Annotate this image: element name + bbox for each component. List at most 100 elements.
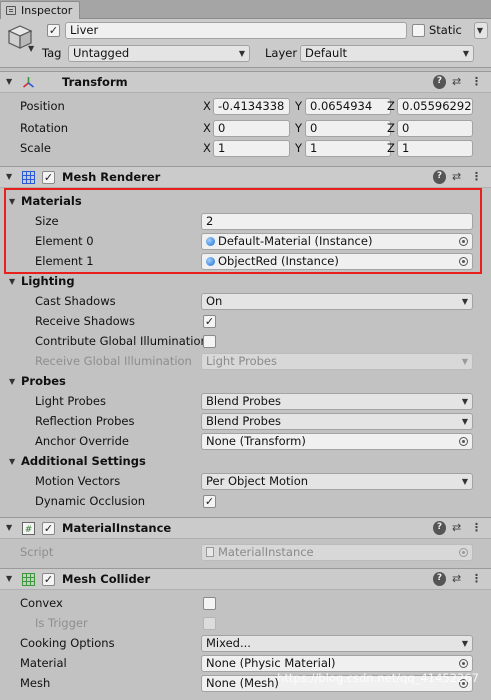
cast-shadows-dropdown[interactable]: On — [201, 293, 473, 310]
fold-arrow-icon[interactable]: ▼ — [6, 172, 12, 181]
csharp-script-icon: # — [22, 522, 35, 535]
materials-fold-icon[interactable]: ▼ — [9, 197, 15, 206]
is-trigger-label: Is Trigger — [35, 616, 88, 630]
mesh-renderer-header[interactable]: ▼ ✓ Mesh Renderer ? ⇄ ⋮ — [0, 166, 491, 188]
probes-label: Probes — [21, 374, 66, 388]
motion-vectors-dropdown[interactable]: Per Object Motion — [201, 473, 473, 490]
position-label: Position — [20, 99, 65, 113]
fold-arrow-icon[interactable]: ▼ — [6, 523, 12, 532]
probes-fold-icon[interactable]: ▼ — [9, 377, 15, 386]
dynamic-occlusion-checkbox[interactable]: ✓ — [203, 495, 216, 508]
scale-x-field[interactable]: 1 — [213, 140, 290, 157]
more-menu-icon[interactable]: ⋮ — [471, 572, 482, 586]
watermark: https://blog.csdn.net/qq_41452267 — [277, 671, 479, 685]
materials-label: Materials — [21, 194, 82, 208]
position-y-field[interactable]: 0.0654934 — [305, 98, 391, 115]
rotation-z-label: Z — [387, 121, 395, 135]
light-probes-dropdown[interactable]: Blend Probes — [201, 393, 473, 410]
help-icon[interactable]: ? — [433, 521, 446, 535]
reflection-probes-label: Reflection Probes — [35, 414, 135, 428]
fold-arrow-icon[interactable]: ▼ — [6, 574, 12, 583]
more-menu-icon[interactable]: ⋮ — [471, 75, 482, 89]
rotation-label: Rotation — [20, 121, 69, 135]
material-sphere-icon — [206, 257, 215, 266]
object-picker-icon[interactable] — [459, 437, 468, 446]
rotation-z-field[interactable]: 0 — [397, 120, 473, 137]
tab-inspector[interactable]: Inspector — [0, 1, 80, 19]
presets-icon[interactable]: ⇄ — [452, 572, 461, 586]
collider-material-field[interactable]: None (Physic Material) — [201, 655, 473, 672]
materials-size-field[interactable]: 2 — [201, 213, 473, 230]
mesh-collider-enabled-checkbox[interactable]: ✓ — [42, 573, 55, 586]
layer-dropdown[interactable]: Default — [300, 45, 474, 62]
fold-arrow-icon[interactable]: ▼ — [6, 77, 12, 86]
mesh-renderer-enabled-checkbox[interactable]: ✓ — [42, 171, 55, 184]
reflection-probes-dropdown[interactable]: Blend Probes — [201, 413, 473, 430]
static-checkbox[interactable] — [412, 24, 425, 37]
rotation-x-field[interactable]: 0 — [213, 120, 290, 137]
contribute-gi-label: Contribute Global Illumination — [35, 334, 208, 348]
rotation-y-field[interactable]: 0 — [305, 120, 391, 137]
mesh-collider-header[interactable]: ▼ ✓ Mesh Collider ? ⇄ ⋮ — [0, 568, 491, 590]
object-picker-icon[interactable] — [459, 257, 468, 266]
transform-title: Transform — [62, 75, 128, 89]
anchor-override-field[interactable]: None (Transform) — [201, 433, 473, 450]
script-file-icon — [206, 547, 214, 557]
mesh-collider-header-icons: ? ⇄ ⋮ — [433, 572, 483, 586]
scale-z-label: Z — [387, 141, 395, 155]
element-1-field[interactable]: ObjectRed (Instance) — [201, 253, 473, 270]
scale-x-label: X — [203, 141, 211, 155]
object-name-field[interactable]: Liver — [65, 22, 407, 39]
tab-label: Inspector — [21, 4, 73, 17]
help-icon[interactable]: ? — [433, 572, 446, 586]
lighting-fold-icon[interactable]: ▼ — [9, 277, 15, 286]
scale-z-field[interactable]: 1 — [397, 140, 473, 157]
element-0-field[interactable]: Default-Material (Instance) — [201, 233, 473, 250]
position-z-field[interactable]: 0.05596292 — [397, 98, 473, 115]
object-picker-icon[interactable] — [459, 659, 468, 668]
more-menu-icon[interactable]: ⋮ — [471, 170, 482, 184]
tag-dropdown[interactable]: Untagged — [68, 45, 250, 62]
transform-header[interactable]: ▼ Transform ? ⇄ ⋮ — [0, 71, 491, 93]
position-y-label: Y — [295, 99, 303, 113]
rotation-y-label: Y — [295, 121, 303, 135]
element-0-label: Element 0 — [35, 234, 94, 248]
tab-bar: Inspector — [0, 0, 491, 19]
presets-icon[interactable]: ⇄ — [452, 75, 461, 89]
material-instance-title: MaterialInstance — [62, 521, 172, 535]
contribute-gi-checkbox[interactable] — [203, 335, 216, 348]
help-icon[interactable]: ? — [433, 170, 446, 184]
cooking-options-dropdown[interactable]: Mixed... — [201, 635, 473, 652]
material-instance-header[interactable]: ▼ # ✓ MaterialInstance ? ⇄ ⋮ — [0, 517, 491, 539]
additional-settings-label: Additional Settings — [21, 454, 146, 468]
additional-settings-fold-icon[interactable]: ▼ — [9, 457, 15, 466]
icon-dropdown-caret-icon[interactable]: ▼ — [28, 44, 34, 53]
object-picker-icon[interactable] — [459, 237, 468, 246]
is-trigger-checkbox — [203, 617, 216, 630]
cast-shadows-label: Cast Shadows — [35, 294, 116, 308]
presets-icon[interactable]: ⇄ — [452, 521, 461, 535]
position-x-field[interactable]: -0.4134338 — [213, 98, 290, 115]
receive-shadows-checkbox[interactable]: ✓ — [203, 315, 216, 328]
presets-icon[interactable]: ⇄ — [452, 170, 461, 184]
material-instance-header-icons: ? ⇄ ⋮ — [433, 521, 483, 535]
object-header: ▼ ✓ Liver Static Tag Untagged Layer Defa… — [0, 19, 491, 68]
mesh-collider-grid-icon — [22, 573, 35, 586]
collider-material-value: None (Physic Material) — [206, 656, 336, 670]
transform-header-icons: ? ⇄ ⋮ — [433, 75, 483, 89]
collider-material-label: Material — [20, 656, 67, 670]
script-field: MaterialInstance — [201, 544, 473, 561]
static-dropdown[interactable] — [474, 22, 488, 39]
active-checkbox[interactable]: ✓ — [47, 24, 60, 37]
material-instance-enabled-checkbox[interactable]: ✓ — [42, 522, 55, 535]
light-probes-label: Light Probes — [35, 394, 106, 408]
scale-y-field[interactable]: 1 — [305, 140, 391, 157]
rotation-x-label: X — [203, 121, 211, 135]
convex-checkbox[interactable] — [203, 597, 216, 610]
help-icon[interactable]: ? — [433, 75, 446, 89]
element-0-value: Default-Material (Instance) — [218, 234, 373, 248]
static-label: Static — [429, 23, 462, 37]
motion-vectors-label: Motion Vectors — [35, 474, 121, 488]
position-z-label: Z — [387, 99, 395, 113]
more-menu-icon[interactable]: ⋮ — [471, 521, 482, 535]
